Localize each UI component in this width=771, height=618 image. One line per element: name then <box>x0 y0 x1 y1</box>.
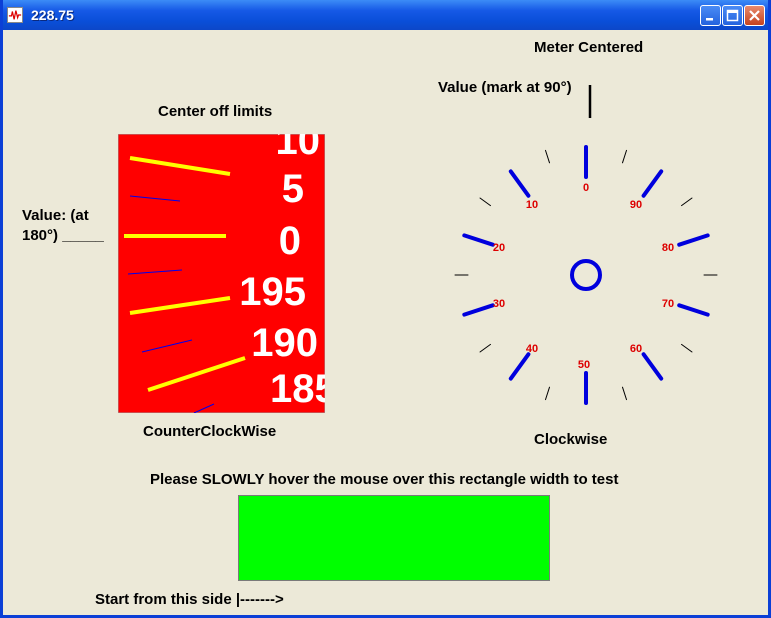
right-meter-minor-tick <box>545 149 550 164</box>
right-meter-minor-tick <box>622 386 627 401</box>
right-meter-major-tick <box>462 303 495 317</box>
minimize-button[interactable] <box>700 5 721 26</box>
close-icon <box>749 10 760 21</box>
right-meter-major-tick <box>677 303 710 317</box>
left-meter-number: 190 <box>251 321 318 365</box>
right-meter-center-circle <box>570 259 602 291</box>
right-meter-number: 10 <box>526 199 538 211</box>
right-meter-major-tick <box>462 233 495 247</box>
right-meter-minor-tick <box>545 386 550 401</box>
right-meter-minor-tick <box>622 149 627 164</box>
window-title: 228.75 <box>31 7 74 23</box>
left-meter-value-label-line2: 180°) _____ <box>22 227 104 244</box>
waveform-app-icon <box>7 7 23 23</box>
right-meter-number: 60 <box>630 343 642 355</box>
close-button[interactable] <box>744 5 765 26</box>
right-meter-number: 0 <box>583 182 589 194</box>
right-meter-number: 40 <box>526 343 538 355</box>
right-meter-number: 30 <box>493 298 505 310</box>
window-edge <box>769 30 770 615</box>
right-meter-dial: 0 10 20 30 40 50 60 70 80 90 <box>454 85 718 405</box>
left-meter: 10 5 0 195 190 185 <box>118 134 325 413</box>
left-meter-value-label-line1: Value: (at <box>22 207 89 224</box>
right-meter-major-tick <box>508 352 531 381</box>
right-meter-major-tick <box>641 352 664 381</box>
start-hint: Start from this side |-------> <box>95 591 284 608</box>
right-meter-number: 80 <box>662 242 674 254</box>
maximize-button[interactable] <box>722 5 743 26</box>
right-meter-number: 70 <box>662 298 674 310</box>
right-meter-number: 90 <box>630 199 642 211</box>
left-meter-number: 0 <box>279 219 301 263</box>
right-meter-heading: Meter Centered <box>534 39 644 56</box>
title-bar[interactable]: 228.75 <box>3 0 768 30</box>
right-meter-major-tick <box>508 169 531 198</box>
hover-instruction: Please SLOWLY hover the mouse over this … <box>150 471 619 488</box>
left-meter-number: 195 <box>239 270 306 314</box>
hover-test-rectangle[interactable] <box>238 495 550 581</box>
right-meter-minor-tick <box>681 197 693 207</box>
right-meter-major-tick <box>677 233 710 247</box>
right-meter-major-tick <box>641 169 664 198</box>
left-meter-heading: Center off limits <box>158 103 273 120</box>
right-meter-minor-tick <box>681 343 693 353</box>
left-meter-direction-label: CounterClockWise <box>143 423 277 440</box>
maximize-icon <box>726 9 739 22</box>
right-meter-direction-label: Clockwise <box>534 431 608 448</box>
app-window: 228.75 Center off limits Value: (at 180°… <box>0 0 771 618</box>
minimize-icon <box>706 18 713 21</box>
left-meter-number: 185 <box>270 367 325 411</box>
right-meter-minor-tick <box>479 343 491 353</box>
left-meter-number: 10 <box>276 134 321 163</box>
left-meter-number: 5 <box>282 167 304 211</box>
right-meter-minor-tick <box>479 197 491 207</box>
right-meter-number: 50 <box>578 359 590 371</box>
right-meter-number: 20 <box>493 242 505 254</box>
